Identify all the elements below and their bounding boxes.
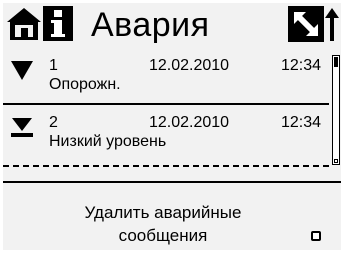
page-title: Авария	[91, 6, 210, 44]
info-icon[interactable]	[43, 6, 73, 41]
alarm-text: Опорожн.	[49, 76, 121, 93]
alarm-time: 12:34	[281, 114, 322, 131]
alarm-date: 12.02.2010	[149, 57, 230, 74]
triangle-down-icon	[11, 61, 33, 80]
list-end-divider	[3, 165, 329, 167]
delete-alarms-label[interactable]: Удалить аварийные сообщения	[43, 201, 283, 247]
home-icon[interactable]	[6, 7, 42, 41]
alarm-date: 12.02.2010	[149, 114, 230, 131]
list-item[interactable]: 2 12.02.2010 12:34 Низкий уровень	[3, 112, 329, 164]
divider	[3, 103, 329, 105]
alarm-screen: Авария 1 12.02.2010 12:34 Опорожн. 2 12.…	[3, 3, 341, 250]
alarm-number: 1	[49, 57, 58, 74]
delete-alarms-checkbox[interactable]	[311, 231, 321, 241]
divider	[3, 181, 341, 183]
expand-arrow-icon[interactable]	[288, 6, 340, 42]
scroll-thumb[interactable]	[334, 57, 338, 67]
list-item[interactable]: 1 12.02.2010 12:34 Опорожн.	[3, 55, 329, 107]
alarm-text: Низкий уровень	[49, 133, 167, 150]
level-low-icon	[11, 118, 33, 137]
alarm-number: 2	[49, 114, 58, 131]
scroll-end-marker	[334, 159, 338, 163]
alarm-time: 12:34	[281, 57, 322, 74]
scrollbar[interactable]	[332, 55, 340, 165]
